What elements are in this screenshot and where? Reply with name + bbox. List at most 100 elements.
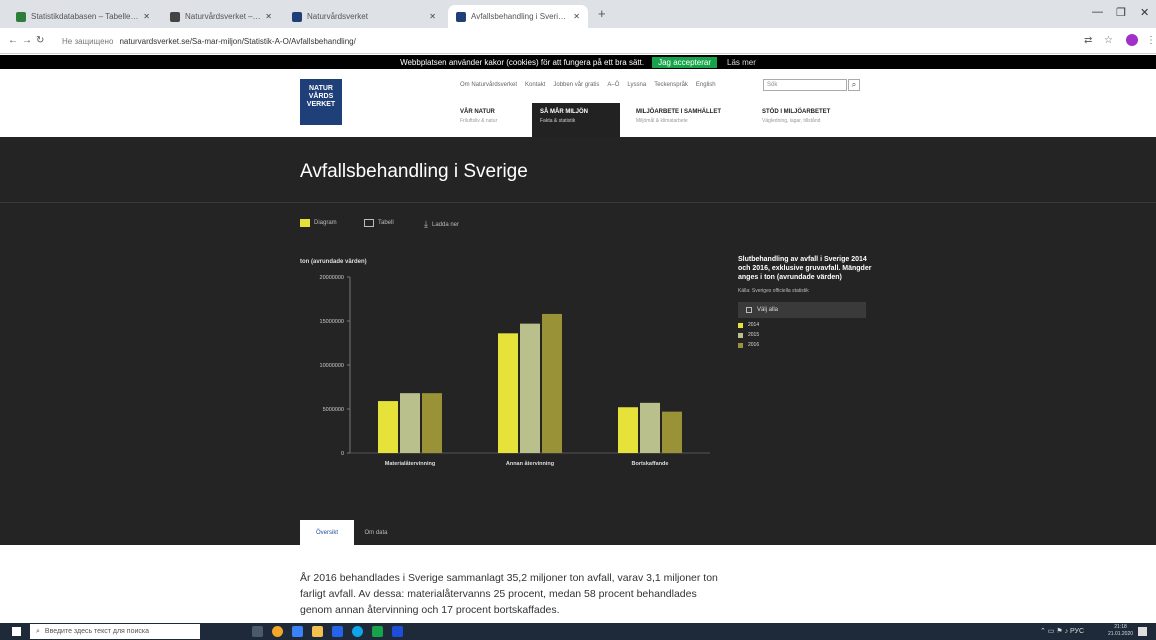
browser-tab-active[interactable]: Avfallsbehandling i Sverige – Naturvårds… [448, 5, 588, 28]
minimize-button[interactable]: — [1092, 6, 1103, 18]
top-link[interactable]: Jobben vår gratis [553, 82, 599, 88]
site-search-input[interactable]: Sök [763, 79, 847, 91]
checkbox-icon [746, 307, 752, 314]
legend-swatch [738, 322, 743, 328]
bar [378, 401, 398, 453]
top-link[interactable]: English [696, 82, 716, 88]
page-hero: Avfallsbehandling i Sverige [0, 137, 1156, 202]
download-label: Ladda ner [431, 221, 460, 228]
nv-favicon-icon [456, 11, 466, 22]
chart-title: Slutbehandling av avfall i Sverige 2014 … [738, 256, 872, 282]
menu-icon[interactable]: ⋮ [1146, 35, 1156, 46]
top-link[interactable]: Kontakt [525, 82, 545, 88]
tab-title: Avfallsbehandling i Sverige – Naturvårds… [471, 12, 569, 21]
bar [640, 402, 660, 453]
table-view-button[interactable]: Tabell [364, 219, 394, 227]
back-icon[interactable]: ← [8, 35, 18, 46]
tab-title: Statistikdatabasen – Tabeller och diagra… [31, 12, 139, 21]
bar-chart: ton (avrundade värden) 0 5000000 10000000 15… [300, 259, 710, 467]
bar [422, 393, 442, 453]
naturvardsverket-logo[interactable]: NATUR VÅRDS VERKET [300, 79, 342, 125]
nav-subtitle: Friluftsliv & natur [460, 118, 498, 124]
bookmark-favicon-icon [170, 11, 180, 22]
nav-subtitle: Vägledning, lagar, tillstånd [762, 118, 821, 124]
system-tray-icons[interactable]: ⌃ ▭ ⚑ ♪ РУС [1040, 627, 1084, 635]
site-header: NATUR VÅRDS VERKET Om Naturvårdsverket K… [0, 69, 1156, 137]
taskbar-search-field[interactable]: ⌕ Введите здесь текст для поиска [30, 624, 200, 639]
mail-icon[interactable] [332, 626, 343, 637]
reload-icon[interactable]: ↻ [36, 35, 44, 46]
top-link[interactable]: Lyssna [627, 82, 646, 88]
browser-tab[interactable]: Statistikdatabasen – Tabeller och diagra… [8, 5, 158, 28]
legend-item-2015[interactable]: 2015 [738, 332, 878, 338]
taskbar-search-placeholder: Введите здесь текст для поиска [44, 628, 149, 635]
word-icon[interactable] [392, 626, 403, 637]
notification-icon[interactable] [1138, 627, 1147, 636]
top-link[interactable]: A–Ö [607, 82, 619, 88]
legend-label: 2014 [748, 322, 760, 329]
legend-item-2014[interactable]: 2014 [738, 322, 878, 328]
chart-section: Diagram Tabell ⤓ Ladda ner ton (avrundad… [0, 203, 1156, 520]
legend-label: 2016 [748, 342, 760, 349]
download-icon: ⤓ [424, 219, 428, 229]
forward-icon[interactable]: → [22, 35, 32, 46]
x-tick-label: Materialåtervinning [385, 460, 435, 467]
close-icon[interactable]: ✕ [429, 12, 436, 21]
bar [498, 333, 518, 453]
store-icon[interactable] [292, 626, 303, 637]
browser-tab[interactable]: Naturvårdsverket ✕ [284, 5, 444, 28]
chart-legend-panel: Slutbehandling av avfall i Sverige 2014 … [738, 255, 878, 348]
edge-icon[interactable] [352, 626, 363, 637]
accept-cookies-button[interactable]: Jag accepterar [652, 56, 717, 68]
search-icon[interactable]: ⌕ [848, 79, 860, 91]
nav-subtitle: Miljömål & klimatarbete [636, 118, 688, 124]
bar [542, 313, 562, 453]
top-link[interactable]: Om Naturvårdsverket [460, 82, 517, 88]
table-icon [364, 219, 374, 227]
tab-title: Naturvårdsverket [307, 12, 368, 21]
top-link[interactable]: Teckenspråk [654, 82, 688, 88]
chart-favicon-icon [16, 11, 26, 22]
close-icon[interactable]: ✕ [265, 12, 272, 21]
maximize-button[interactable]: ❐ [1116, 6, 1126, 19]
legend-swatch [738, 342, 743, 348]
insecure-label[interactable]: Не защищено [62, 37, 113, 46]
close-icon[interactable]: ✕ [573, 12, 580, 21]
legend-item-2016[interactable]: 2016 [738, 342, 878, 348]
read-more-link[interactable]: Läs mer [727, 58, 756, 67]
nav-stod[interactable]: STÖD I MILJÖARBETET Vägledning, lagar, t… [754, 103, 874, 137]
windows-start-icon[interactable] [12, 627, 21, 636]
y-tick-label: 10000000 [320, 363, 344, 369]
tab-om-data[interactable]: Om data [356, 520, 396, 545]
chrome-icon[interactable] [272, 626, 283, 637]
tab-oversikt[interactable]: Översikt [300, 520, 354, 545]
y-tick-label: 0 [341, 451, 344, 457]
legend-label: 2015 [748, 332, 760, 339]
y-tick-label: 5000000 [323, 407, 344, 413]
profile-avatar[interactable] [1126, 34, 1138, 46]
clock-date: 21.01.2020 [1108, 631, 1134, 637]
legend-swatch [738, 332, 743, 338]
select-all-toggle[interactable]: Välj alla [738, 302, 866, 319]
explorer-icon[interactable] [312, 626, 323, 637]
new-tab-button[interactable]: + [598, 6, 606, 21]
task-view-icon[interactable] [252, 626, 263, 637]
nav-var-natur[interactable]: VÅR NATUR Friluftsliv & natur [452, 103, 532, 137]
close-icon[interactable]: ✕ [143, 12, 150, 21]
nav-miljoarbete[interactable]: MILJÖARBETE I SAMHÄLLET Miljömål & klima… [628, 103, 748, 137]
page-title: Avfallsbehandling i Sverige [300, 161, 528, 182]
table-label: Tabell [378, 220, 394, 226]
clock[interactable]: 21:18 21.01.2020 [1108, 624, 1133, 638]
download-button[interactable]: ⤓ Ladda ner [424, 219, 459, 230]
close-window-button[interactable]: ✕ [1140, 6, 1149, 19]
browser-tab[interactable]: Naturvårdsverket – Sverige ✕ [162, 5, 280, 28]
diagram-view-button[interactable]: Diagram [300, 219, 337, 227]
translate-icon[interactable]: ⇄ [1084, 35, 1092, 46]
bookmark-star-icon[interactable]: ☆ [1104, 35, 1113, 46]
excel-icon[interactable] [372, 626, 383, 637]
url-field[interactable]: Не защищено naturvardsverket.se/Sa-mar-m… [56, 32, 1056, 50]
nav-sa-mar-miljon[interactable]: SÅ MÅR MILJÖN Fakta & statistik [532, 103, 620, 137]
bar [618, 407, 638, 453]
x-tick-label: Bortskaffande [632, 461, 669, 467]
x-tick-label: Annan återvinning [506, 460, 554, 467]
